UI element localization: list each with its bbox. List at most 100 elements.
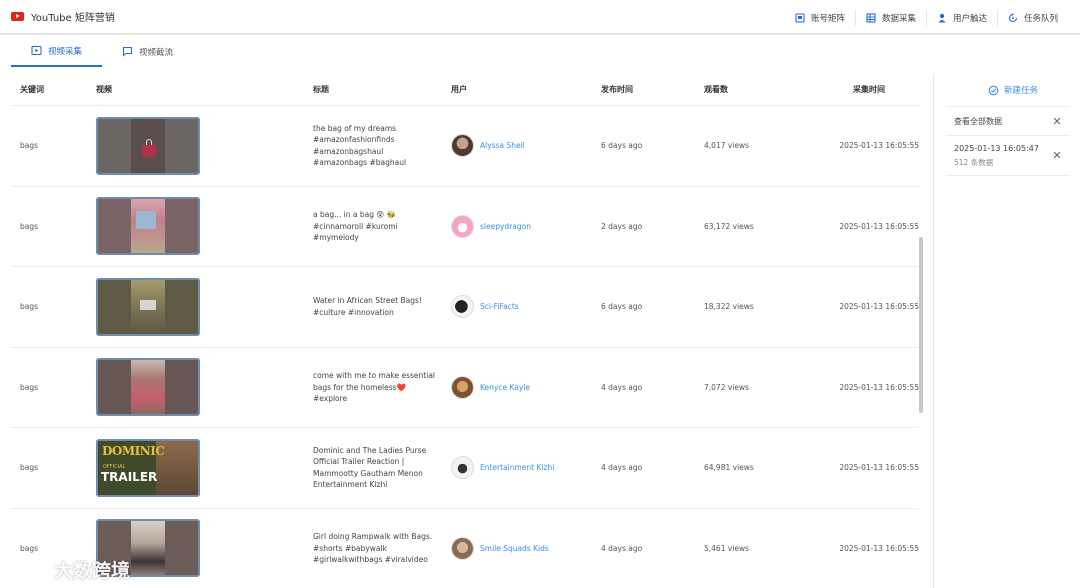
row-keyword: bags (20, 463, 39, 473)
watermark: 大数跨境 (8, 556, 130, 583)
tab-video-collect[interactable]: 视频采集 (11, 36, 103, 67)
user-reach-icon (937, 13, 947, 23)
row-published: 4 days ago (601, 463, 643, 473)
user-link[interactable]: Sci-FiFacts (480, 302, 519, 311)
task-item[interactable]: 2025-01-13 16:05:47 512 条数据 ✕ (946, 136, 1070, 176)
nav-task-queue-label: 任务队列 (1023, 13, 1058, 24)
row-title: a bag... in a bag 😵 🐝 #cinnamoroll #kuro… (313, 210, 398, 242)
row-title: Girl doing Rampwalk with Bags. #shorts #… (313, 532, 433, 564)
table-row: bags Water in African Street Bags! #cult… (11, 267, 919, 348)
row-title: come with me to make essential bags for … (313, 371, 436, 403)
row-title: Dominic and The Ladies Purse Official Tr… (313, 445, 427, 490)
video-collect-icon (31, 45, 42, 56)
close-icon[interactable]: ✕ (1052, 149, 1062, 162)
user-link[interactable]: Alyssa Sheil (480, 141, 525, 150)
col-collected: 采集时间 (853, 85, 885, 94)
row-collected: 2025-01-13 16:05:55 (839, 543, 919, 553)
avatar (451, 134, 474, 158)
row-keyword: bags (20, 221, 39, 231)
user-link[interactable]: Entertainment Kizhi (480, 463, 554, 472)
nav-user-reach-label: 用户触达 (952, 13, 987, 24)
avatar (451, 456, 474, 480)
row-published: 4 days ago (601, 382, 643, 392)
row-published: 6 days ago (601, 141, 643, 151)
row-views: 63,172 views (704, 221, 754, 231)
nav-user-reach[interactable]: 用户触达 (925, 9, 997, 26)
top-header: YouTube 矩阵营销 账号矩阵 数据采集 用户触达 任务队列 (0, 0, 1080, 35)
brand: YouTube 矩阵营销 (11, 9, 115, 24)
video-thumbnail[interactable] (96, 358, 200, 417)
tab-video-collect-label: 视频采集 (48, 46, 83, 57)
row-views: 5,461 views (704, 543, 750, 553)
task-queue-icon (1008, 12, 1018, 23)
row-published: 2 days ago (601, 221, 643, 231)
row-views: 7,072 views (704, 382, 750, 392)
task-label: 2025-01-13 16:05:47 (954, 143, 1039, 153)
table-row: bags Girl doing Rampwalk with Bags. #sho… (11, 509, 919, 588)
watermark-logo-icon (12, 561, 40, 578)
top-nav: 账号矩阵 数据采集 用户触达 任务队列 (785, 0, 1068, 35)
thumbnail-trailer-text: TRAILER (101, 469, 158, 484)
row-collected: 2025-01-13 16:05:55 (839, 382, 919, 392)
row-collected: 2025-01-13 16:05:55 (839, 463, 919, 473)
row-keyword: bags (20, 302, 39, 312)
col-video: 视频 (96, 85, 112, 94)
new-task-label: 新建任务 (1003, 86, 1038, 96)
avatar (451, 375, 474, 399)
task-label: 查看全部数据 (954, 116, 1002, 126)
row-collected: 2025-01-13 16:05:55 (839, 302, 919, 312)
close-icon[interactable]: ✕ (1052, 115, 1062, 128)
avatar (451, 295, 474, 319)
table-row: bags the bag of my dreams #amazonfashion… (11, 106, 919, 187)
nav-task-queue[interactable]: 任务队列 (996, 9, 1068, 26)
user-link[interactable]: Kenyce Kayle (480, 383, 530, 392)
nav-account-matrix[interactable]: 账号矩阵 (785, 10, 855, 26)
video-thumbnail[interactable] (96, 116, 200, 175)
row-published: 4 days ago (601, 543, 643, 553)
video-thumbnail[interactable] (96, 197, 200, 256)
nav-account-matrix-label: 账号矩阵 (810, 13, 845, 24)
watermark-text: 大数跨境 (54, 560, 131, 582)
row-collected: 2025-01-13 16:05:55 (839, 221, 919, 231)
app-title: YouTube 矩阵营销 (31, 13, 115, 24)
row-title: Water in African Street Bags! #culture #… (313, 296, 422, 317)
nav-data-collection[interactable]: 数据采集 (854, 9, 926, 26)
row-keyword: bags (20, 543, 39, 553)
table-row: bags come with me to make essential bags… (11, 348, 919, 428)
row-views: 4,017 views (704, 141, 750, 151)
col-user: 用户 (451, 85, 467, 94)
avatar (451, 214, 474, 238)
task-panel: 新建任务 查看全部数据 ✕ 2025-01-13 16:05:47 512 条数… (933, 74, 1080, 588)
thumbnail-title-text: DOMINIC (102, 443, 165, 458)
table-row: bags a bag... in a bag 😵 🐝 #cinnamoroll … (11, 187, 919, 267)
row-published: 6 days ago (601, 302, 643, 312)
col-keyword: 关键词 (20, 85, 44, 94)
new-task-button[interactable]: 新建任务 (946, 74, 1080, 106)
tab-video-intercept[interactable]: 视频截流 (102, 36, 193, 67)
table-row: bags DOMINIC OFFICIAL TRAILER Dominic an… (11, 428, 919, 509)
user-link[interactable]: sleepydragon (480, 222, 531, 231)
video-thumbnail[interactable]: DOMINIC OFFICIAL TRAILER (96, 438, 200, 497)
video-table: 关键词 视频 标题 用户 发布时间 观看数 采集时间 bags the bag … (11, 74, 919, 588)
row-collected: 2025-01-13 16:05:55 (839, 141, 919, 151)
data-collection-icon (866, 12, 876, 23)
user-link[interactable]: Smile Squads Kids (480, 544, 549, 553)
table-header: 关键词 视频 标题 用户 发布时间 观看数 采集时间 (11, 74, 919, 106)
video-intercept-icon (122, 46, 133, 57)
row-views: 64,981 views (704, 463, 754, 473)
account-matrix-icon (795, 12, 805, 23)
row-title: the bag of my dreams #amazonfashionfinds… (313, 123, 407, 168)
task-item-all-data[interactable]: 查看全部数据 ✕ (946, 106, 1070, 136)
tab-bar: 视频采集 视频截流 (11, 36, 193, 68)
youtube-logo-icon (11, 12, 24, 21)
task-count: 512 条数据 (954, 157, 994, 167)
new-task-icon (988, 85, 999, 96)
row-views: 18,322 views (704, 302, 754, 312)
row-keyword: bags (20, 382, 39, 392)
col-views: 观看数 (704, 85, 728, 94)
table-scrollbar[interactable] (919, 237, 923, 413)
video-thumbnail[interactable] (96, 277, 200, 336)
row-keyword: bags (20, 141, 39, 151)
col-published: 发布时间 (601, 85, 633, 94)
col-title: 标题 (313, 84, 329, 94)
